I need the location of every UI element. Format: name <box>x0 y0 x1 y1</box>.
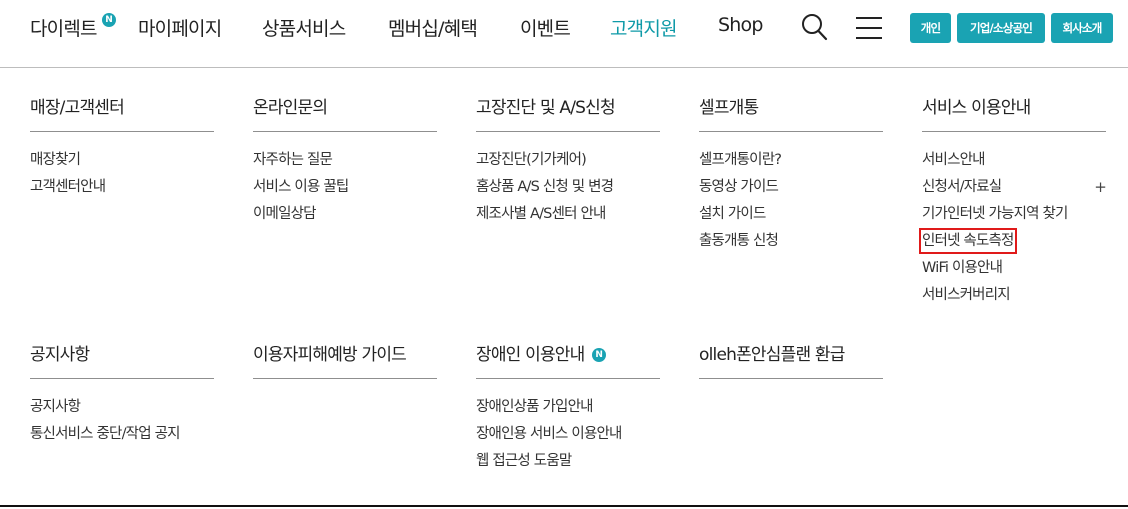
column-title: 장애인 이용안내 N <box>476 343 660 367</box>
plus-icon[interactable]: + <box>1094 174 1107 201</box>
menu-icon[interactable] <box>855 16 883 44</box>
company-intro-button[interactable]: 회사소개 <box>1051 13 1113 43</box>
menu-column-notice: 공지사항 공지사항 통신서비스 중단/작업 공지 <box>30 343 214 442</box>
menu-column-service-guide: 서비스 이용안내 서비스안내 신청서/자료실 + 기가인터넷 가능지역 찾기 인… <box>919 96 1107 303</box>
menu-link[interactable]: 장애인용 서비스 이용안내 <box>476 421 660 448</box>
divider <box>699 378 883 379</box>
menu-link[interactable]: 셀프개통이란? <box>699 147 883 174</box>
column-title[interactable]: olleh폰안심플랜 환급 <box>699 343 883 367</box>
menu-link-label: 신청서/자료실 <box>922 179 1002 195</box>
nav-item-mypage[interactable]: 마이페이지 <box>138 14 222 41</box>
menu-column-refund: olleh폰안심플랜 환급 <box>699 343 883 379</box>
menu-link[interactable]: 장애인상품 가입안내 <box>476 394 660 421</box>
new-badge: N <box>102 13 116 27</box>
nav-item-label: 다이렉트 <box>30 18 98 40</box>
new-badge: N <box>592 348 607 362</box>
divider <box>30 131 214 132</box>
nav-item-support[interactable]: 고객지원 <box>610 14 678 41</box>
divider <box>30 378 214 379</box>
menu-link[interactable]: 자주하는 질문 <box>253 147 437 174</box>
menu-link[interactable]: 서비스커버리지 <box>922 282 1106 309</box>
nav-item-shop[interactable]: Shop <box>718 14 763 36</box>
menu-link-forms[interactable]: 신청서/자료실 + <box>922 174 1107 201</box>
column-title: 셀프개통 <box>699 98 759 118</box>
menu-link[interactable]: 제조사별 A/S센터 안내 <box>476 201 660 228</box>
menu-link[interactable]: 출동개통 신청 <box>699 228 883 255</box>
column-title-label: 장애인 이용안내 <box>476 345 585 365</box>
top-navigation: 다이렉트 N 마이페이지 상품서비스 멤버십/혜택 이벤트 고객지원 Shop … <box>0 0 1128 68</box>
highlighted-link[interactable]: 인터넷 속도측정 <box>919 228 1017 254</box>
menu-link[interactable]: 고장진단(기가케어) <box>476 147 660 174</box>
menu-column-accessibility: 장애인 이용안내 N 장애인상품 가입안내 장애인용 서비스 이용안내 웹 접근… <box>476 343 660 469</box>
menu-link[interactable]: WiFi 이용안내 <box>922 255 1106 282</box>
column-title: 공지사항 <box>30 345 90 365</box>
divider <box>476 378 660 379</box>
column-title: 서비스 이용안내 <box>922 98 1031 118</box>
divider <box>699 131 883 132</box>
menu-link[interactable]: 공지사항 <box>30 394 214 421</box>
bottom-divider <box>0 505 1128 507</box>
menu-column-self-activation: 셀프개통 셀프개통이란? 동영상 가이드 설치 가이드 출동개통 신청 <box>699 96 883 249</box>
nav-item-membership[interactable]: 멤버십/혜택 <box>388 14 478 41</box>
menu-link[interactable]: 서비스안내 <box>922 147 1106 174</box>
menu-link[interactable]: 홈상품 A/S 신청 및 변경 <box>476 174 660 201</box>
divider <box>253 131 437 132</box>
menu-link[interactable]: 동영상 가이드 <box>699 174 883 201</box>
menu-link[interactable]: 설치 가이드 <box>699 201 883 228</box>
menu-column-store: 매장/고객센터 매장찾기 고객센터안내 <box>30 96 214 195</box>
menu-link[interactable]: 이메일상담 <box>253 201 437 228</box>
menu-column-online: 온라인문의 자주하는 질문 서비스 이용 꿀팁 이메일상담 <box>253 96 437 222</box>
divider <box>253 378 437 379</box>
menu-link[interactable]: 고객센터안내 <box>30 174 214 201</box>
column-title: 고장진단 및 A/S신청 <box>476 98 616 118</box>
business-button[interactable]: 기업/소상공인 <box>957 13 1045 43</box>
menu-link[interactable]: 서비스 이용 꿀팁 <box>253 174 437 201</box>
column-title: 온라인문의 <box>253 98 328 118</box>
search-icon[interactable] <box>800 12 830 48</box>
column-title: 매장/고객센터 <box>30 98 125 118</box>
nav-item-events[interactable]: 이벤트 <box>520 14 571 41</box>
menu-link[interactable]: 매장찾기 <box>30 147 214 174</box>
nav-item-products[interactable]: 상품서비스 <box>262 14 346 41</box>
divider <box>922 131 1106 132</box>
nav-item-direct[interactable]: 다이렉트 N <box>30 13 116 41</box>
menu-link[interactable]: 웹 접근성 도움말 <box>476 448 660 475</box>
menu-link-speed-test[interactable]: 인터넷 속도측정 <box>919 228 1106 255</box>
menu-link[interactable]: 통신서비스 중단/작업 공지 <box>30 421 214 448</box>
column-title[interactable]: 이용자피해예방 가이드 <box>253 343 437 367</box>
menu-column-damage-prevention: 이용자피해예방 가이드 <box>253 343 437 379</box>
divider <box>476 131 660 132</box>
menu-link[interactable]: 기가인터넷 가능지역 찾기 <box>922 201 1106 228</box>
menu-column-repair: 고장진단 및 A/S신청 고장진단(기가케어) 홈상품 A/S 신청 및 변경 … <box>476 96 660 222</box>
personal-button[interactable]: 개인 <box>910 13 951 43</box>
